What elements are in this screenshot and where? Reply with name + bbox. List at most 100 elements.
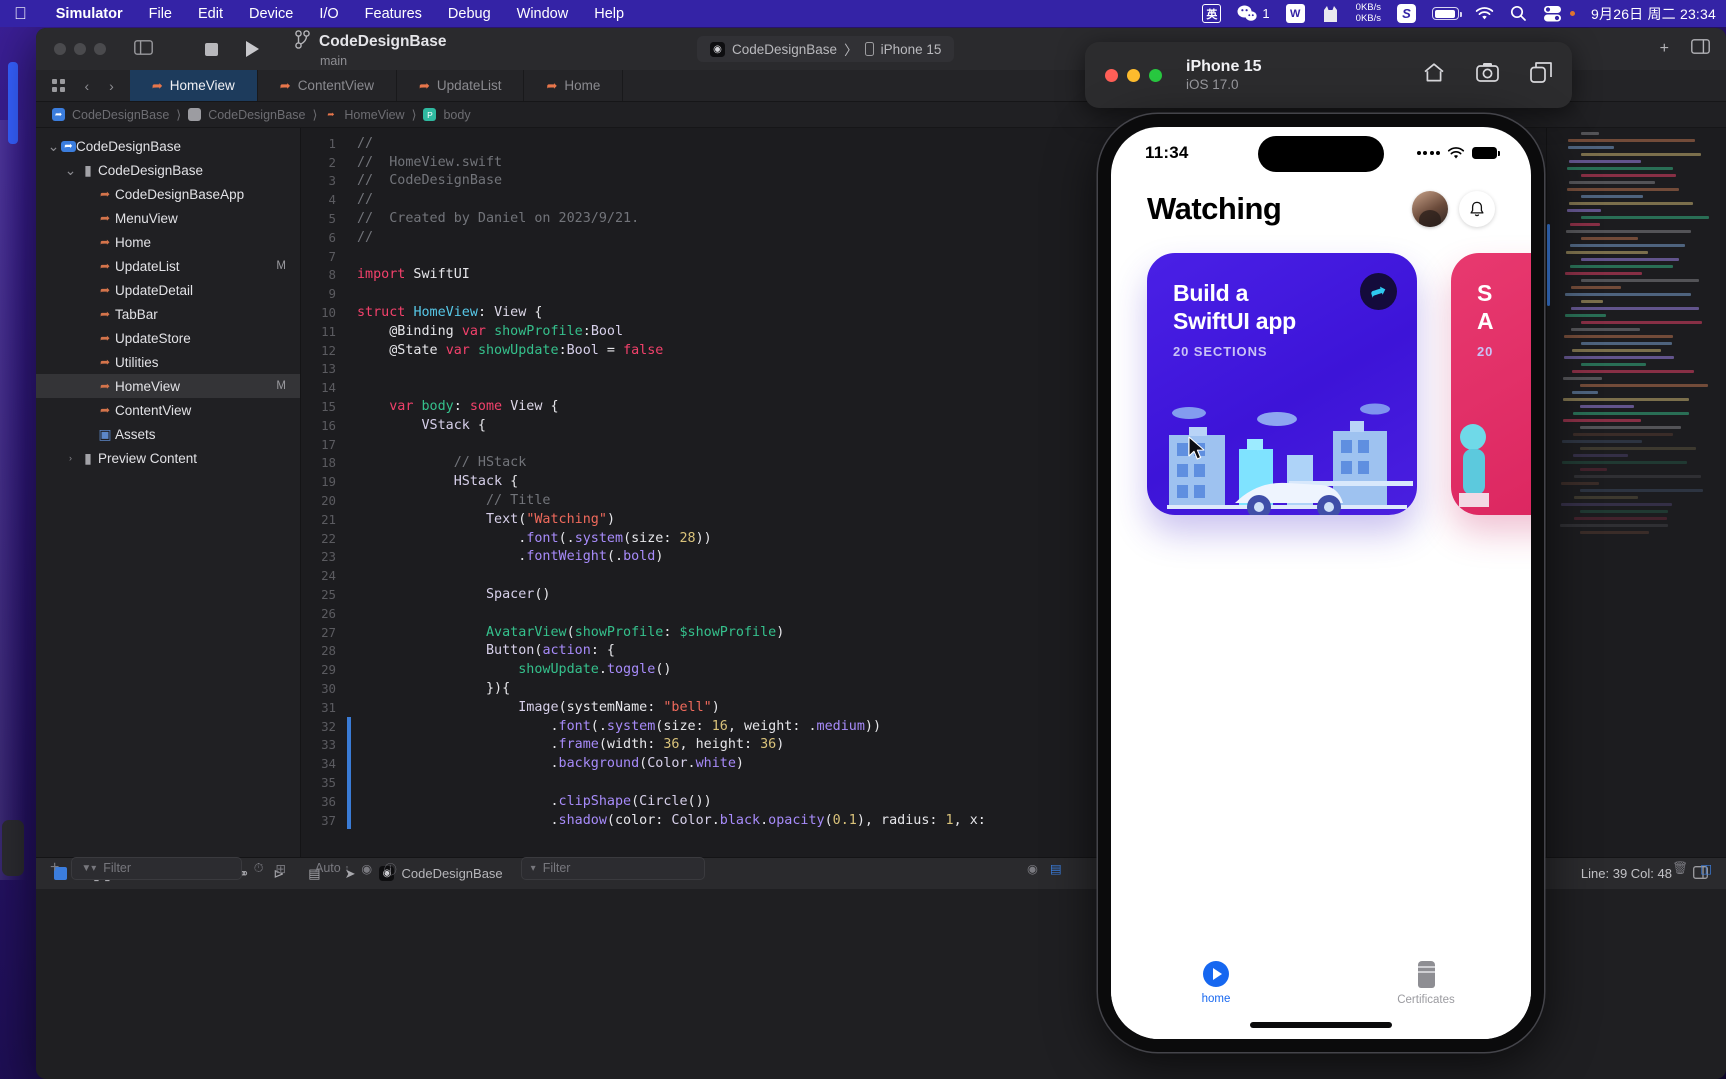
disclosure-triangle[interactable]: › (63, 453, 78, 463)
menu-item-file[interactable]: File (136, 6, 185, 22)
close-button[interactable] (1105, 68, 1118, 82)
console-mode-icon[interactable]: ▤ (1050, 861, 1062, 876)
menu-item-device[interactable]: Device (236, 6, 306, 22)
console-filter-input[interactable]: ▾ Filter (520, 856, 705, 880)
course-card-secondary[interactable]: S A 20 (1451, 253, 1531, 515)
battery-icon[interactable] (1432, 7, 1462, 20)
bell-icon[interactable] (1459, 191, 1495, 227)
maximize-button[interactable] (1149, 68, 1162, 82)
scheme-name[interactable]: CodeDesignBase (319, 33, 446, 51)
tab-homeview[interactable]: ➦ HomeView (129, 70, 258, 101)
wechat-icon[interactable]: 1 (1237, 5, 1270, 22)
cat-menu-icon[interactable] (1321, 4, 1340, 23)
minimize-button[interactable] (1127, 68, 1140, 82)
grid-view-icon[interactable] (52, 79, 65, 92)
course-cards-carousel[interactable]: Build a SwiftUI app 20 SECTIONS ➦ S A 20 (1111, 253, 1531, 523)
menu-item-edit[interactable]: Edit (185, 6, 236, 22)
navigator-item-home[interactable]: ➦ Home (36, 230, 300, 254)
tab-home[interactable]: ➦ Home (524, 70, 624, 101)
dock-tile[interactable] (2, 820, 24, 876)
run-button[interactable] (246, 41, 259, 57)
screenshot-icon[interactable] (1476, 62, 1499, 89)
clear-console-icon[interactable]: 🗑 (1672, 861, 1688, 876)
tab-contentview[interactable]: ➦ ContentView (258, 70, 397, 101)
xcode-window-controls[interactable] (36, 43, 106, 55)
menu-item-window[interactable]: Window (504, 6, 582, 22)
stop-button[interactable] (205, 42, 218, 56)
run-destination-selector[interactable]: ◉ CodeDesignBase 〉 iPhone 15 (697, 36, 955, 62)
auto-mode-selector[interactable]: Auto ↕ (315, 861, 349, 875)
expand-all-icon[interactable]: ⊞ (276, 861, 286, 876)
disclosure-triangle[interactable]: ⌄ (63, 163, 78, 177)
navigator-item-label: CodeDesignBase (76, 138, 182, 154)
scheme-area[interactable]: CodeDesignBase main (295, 30, 446, 68)
simulator-window-controls[interactable] (1105, 68, 1162, 82)
nav-back-icon[interactable]: ‹ (85, 78, 90, 94)
eye-icon[interactable]: ◉ (361, 861, 372, 876)
close-button[interactable] (54, 43, 66, 55)
input-method-icon[interactable]: 英 (1202, 4, 1222, 23)
disclosure-triangle[interactable]: ⌄ (46, 139, 61, 153)
navigator-item-updatestore[interactable]: ➦ UpdateStore (36, 326, 300, 350)
breadcrumb-item-folder[interactable]: CodeDesignBase (208, 108, 305, 122)
menu-item-help[interactable]: Help (581, 6, 637, 22)
spotlight-search-icon[interactable] (1510, 5, 1527, 22)
history-icon[interactable]: ⏱ (254, 861, 264, 876)
auto-label: Auto (315, 861, 341, 875)
add-editor-icon[interactable]: + (1660, 40, 1669, 58)
breadcrumb-item-symbol[interactable]: body (443, 108, 470, 122)
navigator-item-codedesignbase[interactable]: ⌄ ➦ CodeDesignBase (36, 134, 300, 158)
navigator-item-assets[interactable]: ▣ Assets (36, 422, 300, 446)
navigator-item-updatelist[interactable]: ➦ UpdateList M (36, 254, 300, 278)
apple-logo-icon[interactable]:  (14, 5, 27, 22)
iphone-screen[interactable]: 11:34 Watching Build a SwiftUI app 20 SE… (1111, 127, 1531, 1039)
network-speed-indicator[interactable]: 0KB/s 0KB/s (1356, 2, 1381, 24)
navigator-item-utilities[interactable]: ➦ Utilities (36, 350, 300, 374)
add-variable-icon[interactable]: + (50, 859, 59, 877)
project-navigator[interactable]: ⌄ ➦ CodeDesignBase ⌄ ▮ CodeDesignBase ➦ CodeDes… (36, 128, 301, 857)
navigator-item-tabbar[interactable]: ➦ TabBar (36, 302, 300, 326)
split-panes-icon[interactable]: ◫ (1700, 861, 1712, 876)
menu-item-debug[interactable]: Debug (435, 6, 504, 22)
sogou-icon[interactable]: S (1397, 4, 1417, 23)
navigator-item-updatedetail[interactable]: ➦ UpdateDetail (36, 278, 300, 302)
change-gutter-marker (347, 679, 351, 698)
course-card-swiftui[interactable]: Build a SwiftUI app 20 SECTIONS ➦ (1147, 253, 1417, 515)
eye-icon[interactable]: ◉ (1027, 861, 1038, 876)
toggle-navigator-icon[interactable] (134, 39, 153, 59)
wifi-icon[interactable] (1475, 6, 1494, 21)
info-icon[interactable]: ⓘ (384, 859, 397, 878)
control-center-icon[interactable] (1543, 5, 1576, 22)
toggle-inspector-icon[interactable] (1691, 39, 1710, 59)
nav-forward-icon[interactable]: › (109, 78, 114, 94)
avatar[interactable] (1412, 191, 1448, 227)
navigator-item-homeview[interactable]: ➦ HomeView M (36, 374, 300, 398)
navigator-item-contentview[interactable]: ➦ ContentView (36, 398, 300, 422)
navigator-item-codedesignbase[interactable]: ⌄ ▮ CodeDesignBase (36, 158, 300, 182)
wps-icon[interactable]: W (1285, 4, 1305, 23)
navigator-item-codedesignbaseapp[interactable]: ➦ CodeDesignBaseApp (36, 182, 300, 206)
xcode-toolbar-right: + (1660, 39, 1710, 59)
home-icon[interactable] (1423, 62, 1445, 89)
line-number: 4 (328, 192, 336, 208)
variables-filter-input[interactable]: ▼▾ Filter (71, 856, 242, 880)
breadcrumb-item-project[interactable]: CodeDesignBase (72, 108, 169, 122)
line-number: 13 (321, 361, 336, 377)
tab-home[interactable]: home (1111, 961, 1321, 1005)
menu-item-simulator[interactable]: Simulator (43, 6, 136, 22)
run-stop-controls[interactable] (205, 41, 259, 57)
tab-updatelist[interactable]: ➦ UpdateList (397, 70, 525, 101)
menu-item-io[interactable]: I/O (306, 6, 351, 22)
minimap-inspector[interactable] (1546, 128, 1726, 857)
navigator-item-preview-content[interactable]: › ▮ Preview Content (36, 446, 300, 470)
breadcrumb-item-file[interactable]: HomeView (344, 108, 404, 122)
minimize-button[interactable] (74, 43, 86, 55)
navigator-item-menuview[interactable]: ➦ MenuView (36, 206, 300, 230)
minimap-line (1572, 433, 1674, 436)
record-icon[interactable] (1530, 61, 1552, 89)
menu-bar-clock[interactable]: 9月26日 周二 23:34 (1591, 4, 1716, 24)
maximize-button[interactable] (94, 43, 106, 55)
tab-certificates[interactable]: Certificates (1321, 961, 1531, 1006)
dock-edge (0, 120, 26, 880)
menu-item-features[interactable]: Features (352, 6, 435, 22)
